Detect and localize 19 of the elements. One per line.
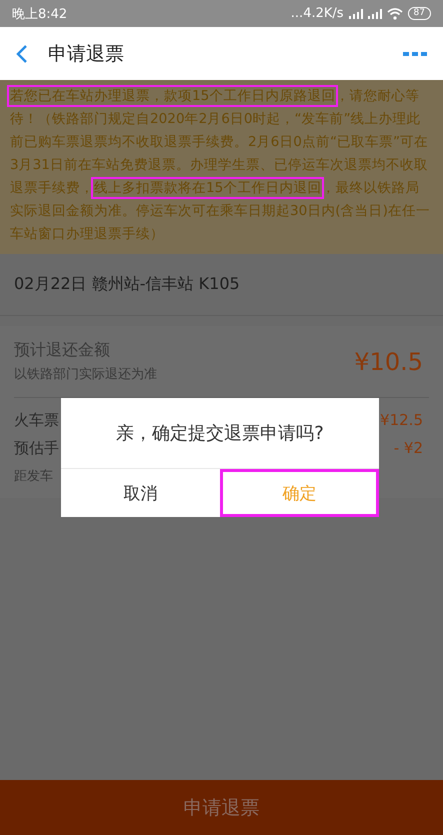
notice-text: 若您已在车站办理退票，款项15个工作日内原路退回，请您耐心等待！（铁路部门规定自2020年2月6日0时起，“发车前”线上办理此前已购车票退票均不收取退票手续费。2月6日0点前“已取车票”可在3月31日前在车站免费退票。办理学生票、已停运车次退票均不收取退票手续费，线上多扣票款将在15个工作日内退回，最终以铁路局实际退回金额为准。停运车次可在乘车日期起30日内(含当日)在任一车站窗口办理退票手续）	[10, 85, 431, 246]
status-time: 晚上8:42	[12, 6, 68, 22]
wifi-icon	[386, 8, 403, 20]
back-icon[interactable]	[16, 44, 28, 64]
dialog-message: 亲，确定提交退票申请吗?	[115, 422, 325, 446]
submit-button[interactable]: 申请退票	[0, 780, 443, 835]
network-speed: ...4.2K/s	[290, 6, 344, 21]
battery-indicator: 87	[408, 7, 431, 20]
confirm-button[interactable]: 确定	[220, 469, 379, 517]
refund-amount: ¥10.5	[354, 348, 423, 376]
page-title: 申请退票	[48, 42, 125, 66]
signal-icon	[348, 8, 363, 18]
signal-icon	[368, 8, 382, 18]
trip-info: 02月22日 赣州站-信丰站 K105	[14, 274, 240, 293]
fee-value: ¥12.5	[380, 411, 423, 429]
fee-label: 火车票	[14, 410, 59, 430]
fee-value: - ¥2	[394, 439, 423, 457]
more-icon[interactable]	[403, 50, 427, 56]
fee-label: 预估手	[14, 438, 59, 458]
